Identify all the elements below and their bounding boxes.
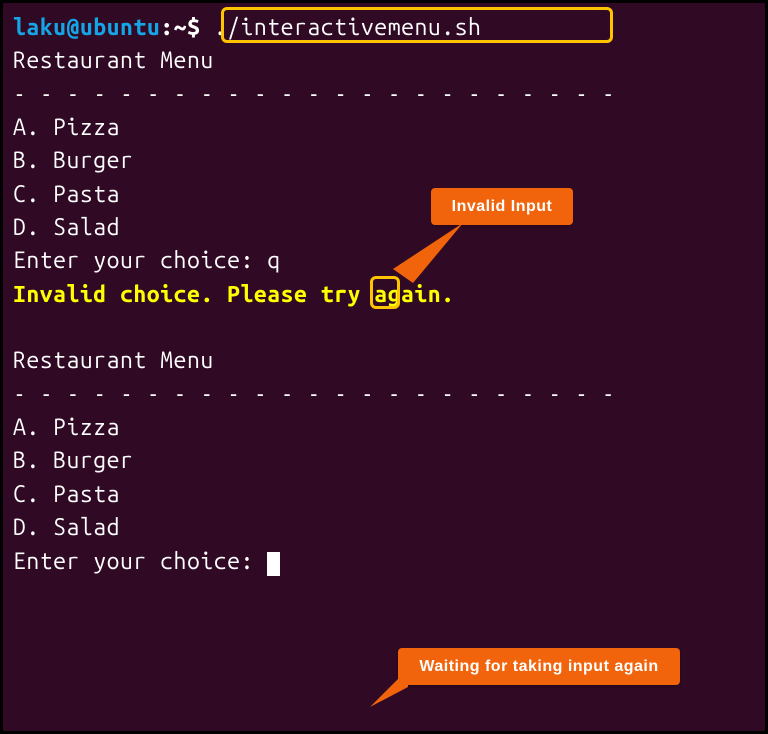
at-sign: @ — [67, 15, 80, 40]
command-text: ./interactivemenu.sh — [214, 15, 482, 40]
menu-item-text: B. Burger — [13, 148, 133, 173]
callout-waiting-input: Waiting for taking input again — [398, 648, 680, 685]
blank-line — [13, 311, 755, 344]
prompt-dollar: $ — [187, 15, 214, 40]
menu-title: Restaurant Menu — [13, 344, 755, 377]
menu-item-text: B. Burger — [13, 448, 133, 473]
enter-choice-line-2[interactable]: Enter your choice: — [13, 545, 755, 578]
prompt-colon: : — [160, 15, 173, 40]
cursor-icon — [267, 552, 280, 576]
enter-choice-line-1: Enter your choice: q — [13, 244, 755, 277]
menu-option: C. Pasta — [13, 478, 755, 511]
menu-option: B. Burger — [13, 144, 755, 177]
menu-separator: - - - - - - - - - - - - - - - - - - - - … — [13, 78, 755, 111]
menu-option: C. Pasta — [13, 178, 755, 211]
menu-item-text: C. Pasta — [13, 182, 120, 207]
menu-option: A. Pizza — [13, 111, 755, 144]
callout-text: Invalid Input — [452, 195, 553, 218]
prompt-path: ~ — [174, 15, 187, 40]
menu-option: B. Burger — [13, 444, 755, 477]
menu-option: A. Pizza — [13, 411, 755, 444]
entered-value: q — [267, 248, 280, 273]
enter-choice-prompt: Enter your choice: — [13, 248, 267, 273]
callout-text: Waiting for taking input again — [419, 655, 658, 678]
host: ubuntu — [80, 15, 160, 40]
menu-item-text: D. Salad — [13, 215, 120, 240]
menu-item-text: C. Pasta — [13, 482, 120, 507]
prompt-line: laku@ubuntu:~$ ./interactivemenu.sh — [13, 11, 755, 44]
enter-choice-prompt: Enter your choice: — [13, 549, 267, 574]
menu-title: Restaurant Menu — [13, 44, 755, 77]
menu-item-text: D. Salad — [13, 515, 120, 540]
menu-option: D. Salad — [13, 211, 755, 244]
user: laku — [13, 15, 67, 40]
menu-item-text: A. Pizza — [13, 415, 120, 440]
callout-invalid-input: Invalid Input — [431, 188, 573, 225]
menu-item-text: A. Pizza — [13, 115, 120, 140]
error-message: Invalid choice. Please try again. — [13, 278, 755, 311]
menu-separator: - - - - - - - - - - - - - - - - - - - - … — [13, 378, 755, 411]
menu-option: D. Salad — [13, 511, 755, 544]
